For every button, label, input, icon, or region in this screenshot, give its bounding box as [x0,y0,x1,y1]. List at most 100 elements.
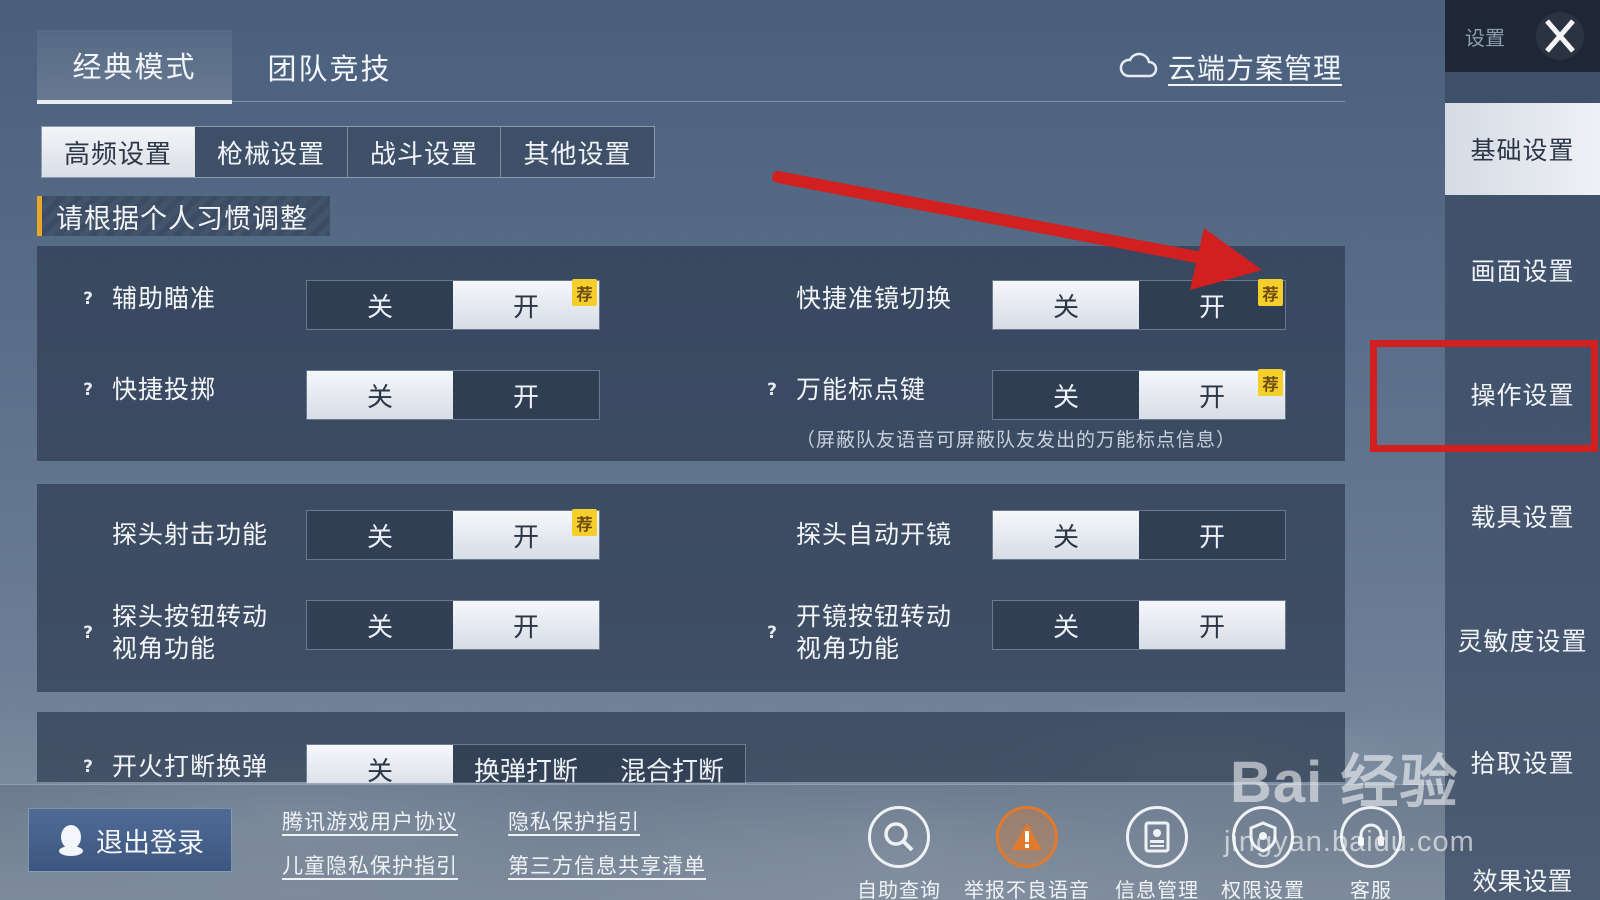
self-service-query-label: 自助查询 [857,878,941,900]
recommend-badge: 荐 [572,509,597,536]
quick-throw-off[interactable]: 关 [307,371,453,419]
sidebar-item-pickup[interactable]: 拾取设置 [1445,716,1600,808]
universal-marker-on[interactable]: 开荐 [1139,369,1285,419]
aim-assist-label: 辅助瞄准 [112,284,217,313]
sidebar-item-basic[interactable]: 基础设置 [1445,103,1600,195]
settings-title: 设置 [1465,25,1505,50]
peek-auto-scope-toggle: 关 开 [992,510,1286,560]
qq-penguin-icon [59,825,83,856]
aim-assist-off[interactable]: 关 [307,281,453,329]
report-voice-icon [996,806,1058,868]
sidebar-item-controls[interactable]: 操作设置 [1445,348,1600,440]
off-label: 关 [1052,292,1079,323]
scope-button-rotate-off[interactable]: 关 [993,601,1139,649]
quick-scope-switch-row: 快捷准镜切换 [760,282,952,316]
aim-assist-row: ? 辅助瞄准 [76,282,216,316]
help-icon[interactable]: ? [76,287,100,311]
quick-scope-switch-label: 快捷准镜切换 [796,284,953,313]
universal-marker-off[interactable]: 关 [993,371,1139,419]
peek-auto-scope-label: 探头自动开镜 [796,520,953,549]
help-icon[interactable]: ? [760,378,784,402]
help-icon[interactable]: ? [76,755,100,779]
off-label: 关 [1052,612,1079,643]
logout-button[interactable]: 退出登录 [28,808,232,872]
report-voice-button[interactable]: 举报不良语音 [964,806,1089,900]
fire-interrupt-reload-label: 开火打断换弹 [112,752,269,781]
on-label: 开 [1198,522,1225,553]
aim-assist-toggle: 关 开荐 [306,279,600,330]
tab-team-deathmatch[interactable]: 团队竞技 [232,30,427,104]
search-icon [868,806,930,868]
help-icon[interactable]: ? [760,621,784,645]
peek-fire-on[interactable]: 开荐 [453,509,599,559]
on-label: 开 [512,612,539,643]
peek-button-rotate-row: ? 探头按钮转动 视角功能 [76,600,268,666]
close-icon [1545,19,1575,53]
self-service-query-button[interactable]: 自助查询 [844,806,954,900]
sidebar-item-sensitivity[interactable]: 灵敏度设置 [1445,594,1600,686]
off-label: 关 [366,292,393,323]
report-voice-label: 举报不良语音 [964,878,1090,900]
sidebar-header: 设置 [1445,0,1600,72]
tabs-divider [37,101,1345,102]
sidebar-item-vehicle[interactable]: 载具设置 [1445,470,1600,562]
logout-label: 退出登录 [96,827,204,859]
peek-fire-toggle: 关 开荐 [306,509,600,560]
fire-interrupt-reload-row: ? 开火打断换弹 [76,750,268,784]
peek-button-rotate-off[interactable]: 关 [307,601,453,649]
peek-fire-row: 探头射击功能 [76,518,268,552]
quick-throw-label: 快捷投掷 [112,375,217,404]
scope-button-rotate-label: 开镜按钮转动 视角功能 [796,601,952,665]
on-label: 开 [512,292,539,323]
tab-combat[interactable]: 战斗设置 [348,127,501,177]
peek-button-rotate-on[interactable]: 开 [453,601,599,649]
help-icon[interactable]: ? [76,378,100,402]
scope-button-rotate-toggle: 关 开 [992,600,1286,650]
scope-button-rotate-on[interactable]: 开 [1139,601,1285,649]
third-party-sharing-link[interactable]: 第三方信息共享清单 [508,850,706,880]
label-line-2: 视角功能 [112,634,217,663]
peek-auto-scope-on[interactable]: 开 [1139,511,1285,559]
fire-interrupt-mixed[interactable]: 混合打断 [599,745,745,783]
quick-throw-row: ? 快捷投掷 [76,373,216,407]
quick-scope-switch-on[interactable]: 开荐 [1139,279,1285,329]
off-label: 关 [366,382,393,413]
cloud-plan-manage-link[interactable]: 云端方案管理 [1118,44,1342,90]
peek-button-rotate-toggle: 关 开 [306,600,600,650]
off-label: 关 [1052,522,1079,553]
peek-auto-scope-row: 探头自动开镜 [760,518,952,552]
watermark-url: jingyan.baidu.com [1224,826,1475,858]
off-label: 关 [366,522,393,553]
help-icon[interactable]: ? [76,621,100,645]
off-label: 关 [366,612,393,643]
tab-other[interactable]: 其他设置 [501,127,654,177]
sidebar-item-graphics[interactable]: 画面设置 [1445,224,1600,316]
sub-tabs: 高频设置 枪械设置 战斗设置 其他设置 [41,126,655,178]
user-agreement-link[interactable]: 腾讯游戏用户协议 [282,806,458,836]
aim-assist-on[interactable]: 开荐 [453,279,599,329]
section-title: 请根据个人习惯调整 [37,196,330,236]
peek-fire-off[interactable]: 关 [307,511,453,559]
on-label: 开 [512,382,539,413]
peek-auto-scope-off[interactable]: 关 [993,511,1139,559]
quick-scope-switch-off[interactable]: 关 [993,281,1139,329]
close-button[interactable] [1536,12,1584,60]
privacy-guide-link[interactable]: 隐私保护指引 [508,806,640,836]
tab-high-frequency[interactable]: 高频设置 [42,127,195,177]
quick-throw-on[interactable]: 开 [453,371,599,419]
tab-classic-mode[interactable]: 经典模式 [37,30,232,104]
tab-weapon[interactable]: 枪械设置 [195,127,348,177]
scope-button-rotate-row: ? 开镜按钮转动 视角功能 [760,600,952,666]
info-manage-label: 信息管理 [1115,878,1199,900]
info-manage-button[interactable]: 信息管理 [1102,806,1212,900]
sidebar-item-effects[interactable]: 效果设置 [1445,862,1600,898]
universal-marker-label: 万能标点键 [796,375,927,404]
fire-interrupt-reload-interrupt[interactable]: 换弹打断 [453,745,599,783]
cloud-plan-manage-label: 云端方案管理 [1168,52,1343,85]
universal-marker-row: ? 万能标点键 [760,373,926,407]
on-label: 开 [512,522,539,553]
child-privacy-link[interactable]: 儿童隐私保护指引 [282,850,458,880]
fire-interrupt-off[interactable]: 关 [307,745,453,783]
recommend-badge: 荐 [1258,369,1283,396]
off-label: 关 [1052,382,1079,413]
